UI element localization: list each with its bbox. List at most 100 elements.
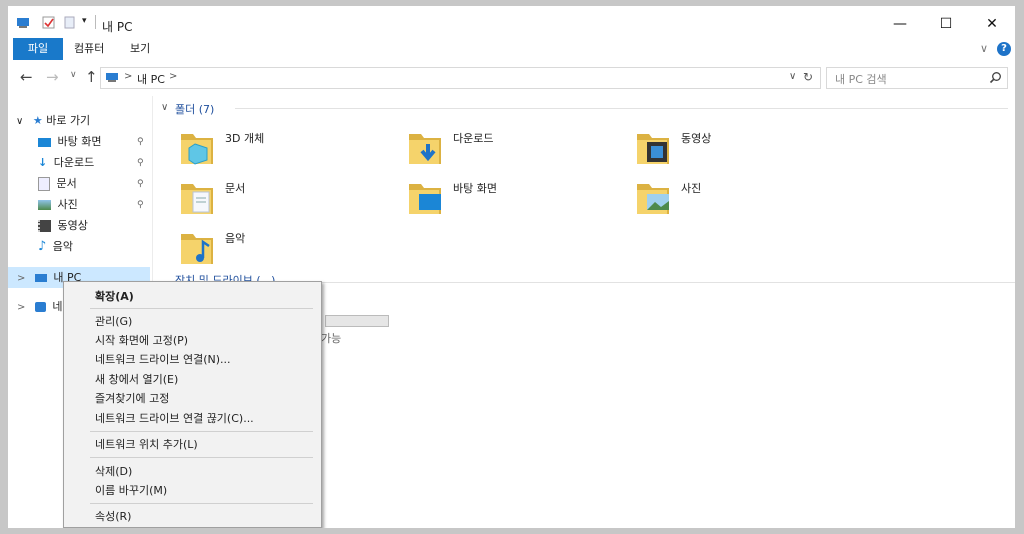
- context-menu: 확장(A) 관리(G) 시작 화면에 고정(P) 네트워크 드라이브 연결(N)…: [63, 281, 322, 528]
- title-bar: ▾ 내 PC — ☐ ✕: [8, 6, 1015, 38]
- folder-label: 바탕 화면: [453, 182, 497, 195]
- sidebar-item-documents[interactable]: 문서: [38, 173, 150, 194]
- menu-item-disconnect-network-drive[interactable]: 네트워크 드라이브 연결 끊기(C)...: [65, 409, 320, 428]
- address-dropdown-button[interactable]: ∨: [789, 71, 796, 82]
- expand-chevron-icon[interactable]: >: [17, 302, 25, 313]
- desktop-icon: [38, 137, 51, 147]
- recent-locations-button[interactable]: ∨: [70, 70, 77, 80]
- sidebar-item-label: 사진: [57, 198, 78, 211]
- menu-separator: [90, 431, 313, 432]
- download-icon: ↓: [38, 156, 48, 169]
- path-chevron-icon[interactable]: >: [169, 71, 177, 82]
- menu-item-properties[interactable]: 속성(R): [65, 507, 320, 526]
- expand-ribbon-button[interactable]: ∨: [980, 42, 988, 55]
- folder-music[interactable]: 음악: [181, 228, 391, 276]
- forward-button[interactable]: →: [46, 68, 59, 86]
- new-folder-quick-icon[interactable]: [64, 16, 77, 29]
- window-title: 내 PC: [102, 20, 133, 34]
- explorer-window: ▾ 내 PC — ☐ ✕ 파일 컴퓨터 보기 ∨ ? ← → ∨ ↑ > 내 P…: [8, 6, 1015, 528]
- drive-free-space-text: 가능: [321, 332, 342, 345]
- ribbon-tabs: 파일 컴퓨터 보기 ∨ ?: [8, 38, 1015, 62]
- sidebar-item-label: 네: [52, 300, 63, 313]
- help-button[interactable]: ?: [997, 42, 1011, 56]
- folder-label: 3D 개체: [225, 132, 265, 145]
- sidebar-item-label: 음악: [52, 240, 74, 253]
- path-segment-this-pc[interactable]: 내 PC: [137, 71, 165, 87]
- sidebar-item-label: 문서: [56, 177, 77, 190]
- tab-view[interactable]: 보기: [118, 38, 162, 60]
- search-input[interactable]: 내 PC 검색: [835, 71, 887, 87]
- search-box[interactable]: 내 PC 검색: [826, 67, 1008, 89]
- video-icon: [38, 220, 51, 232]
- star-icon: ★: [32, 114, 43, 127]
- sidebar-item-downloads[interactable]: ↓ 다운로드: [38, 152, 150, 173]
- sidebar-item-pictures[interactable]: 사진: [38, 194, 150, 215]
- path-separator-icon[interactable]: >: [124, 71, 132, 82]
- desktop-folder-icon: [409, 178, 443, 216]
- folder-label: 다운로드: [453, 132, 494, 145]
- up-button[interactable]: ↑: [85, 68, 98, 86]
- menu-item-pin-to-quick-access[interactable]: 즐겨찾기에 고정: [65, 389, 320, 408]
- menu-item-pin-to-start[interactable]: 시작 화면에 고정(P): [65, 331, 320, 350]
- document-icon: [38, 177, 50, 191]
- documents-folder-icon: [181, 178, 215, 216]
- tab-file[interactable]: 파일: [13, 38, 63, 60]
- pictures-folder-icon: [637, 178, 671, 216]
- properties-quick-icon[interactable]: [42, 16, 55, 29]
- sidebar-item-label: 동영상: [57, 219, 88, 232]
- folder-3d-objects[interactable]: 3D 개체: [181, 128, 391, 176]
- folder-label: 동영상: [681, 132, 712, 145]
- collapse-chevron-icon[interactable]: ∨: [16, 116, 23, 127]
- search-icon[interactable]: [989, 71, 1002, 87]
- folder-videos[interactable]: 동영상: [637, 128, 847, 176]
- address-bar[interactable]: > 내 PC > ∨ ↻: [100, 67, 821, 89]
- menu-separator: [90, 457, 313, 458]
- expand-chevron-icon[interactable]: >: [17, 273, 25, 284]
- this-pc-app-icon: [16, 16, 29, 29]
- navigation-bar: ← → ∨ ↑ > 내 PC > ∨ ↻ 내 PC 검색: [8, 64, 1015, 90]
- tab-computer[interactable]: 컴퓨터: [62, 38, 116, 60]
- menu-item-rename[interactable]: 이름 바꾸기(M): [65, 481, 320, 500]
- quick-access-item[interactable]: ∨ ★ 바로 가기: [16, 110, 152, 131]
- back-button[interactable]: ←: [20, 68, 33, 86]
- sidebar-item-desktop[interactable]: 바탕 화면: [38, 131, 150, 152]
- menu-item-add-network-location[interactable]: 네트워크 위치 추가(L): [65, 435, 320, 454]
- folder-label: 문서: [225, 182, 246, 195]
- title-divider: [95, 15, 96, 29]
- pin-icon[interactable]: ⚲: [137, 158, 144, 168]
- folder-label: 사진: [681, 182, 702, 195]
- folder-documents[interactable]: 문서: [181, 178, 391, 226]
- group-divider: [235, 108, 1008, 109]
- this-pc-address-icon: [105, 71, 121, 87]
- menu-item-open-new-window[interactable]: 새 창에서 열기(E): [65, 370, 320, 389]
- drive-usage-bar: [325, 315, 389, 327]
- folder-desktop[interactable]: 바탕 화면: [409, 178, 619, 226]
- this-pc-icon: [34, 274, 47, 282]
- picture-icon: [38, 200, 51, 210]
- menu-item-expand[interactable]: 확장(A): [65, 287, 320, 306]
- maximize-button[interactable]: ☐: [923, 10, 969, 38]
- menu-item-delete[interactable]: 삭제(D): [65, 462, 320, 481]
- pin-icon[interactable]: ⚲: [137, 179, 144, 189]
- sidebar-item-videos[interactable]: 동영상: [38, 215, 150, 236]
- menu-item-map-network-drive[interactable]: 네트워크 드라이브 연결(N)...: [65, 350, 320, 369]
- pin-icon[interactable]: ⚲: [137, 137, 144, 147]
- network-icon: [34, 302, 46, 312]
- 3d-objects-icon: [181, 128, 215, 166]
- music-folder-icon: [181, 228, 215, 266]
- videos-folder-icon: [637, 128, 671, 166]
- folders-group-chevron-icon[interactable]: ∨: [161, 102, 168, 113]
- quick-access-label: 바로 가기: [46, 114, 91, 127]
- folder-pictures[interactable]: 사진: [637, 178, 847, 226]
- pin-icon[interactable]: ⚲: [137, 200, 144, 210]
- menu-item-manage[interactable]: 관리(G): [65, 312, 320, 331]
- quick-access-dropdown-icon[interactable]: ▾: [82, 16, 87, 26]
- folders-group-header[interactable]: 폴더 (7): [175, 101, 214, 117]
- folder-downloads[interactable]: 다운로드: [409, 128, 619, 176]
- sidebar-item-label: 바탕 화면: [57, 135, 102, 148]
- sidebar-item-music[interactable]: ♪ 음악: [38, 236, 150, 257]
- sidebar-item-label: 다운로드: [53, 156, 95, 169]
- minimize-button[interactable]: —: [877, 10, 923, 38]
- close-button[interactable]: ✕: [969, 10, 1015, 38]
- refresh-button[interactable]: ↻: [803, 70, 813, 84]
